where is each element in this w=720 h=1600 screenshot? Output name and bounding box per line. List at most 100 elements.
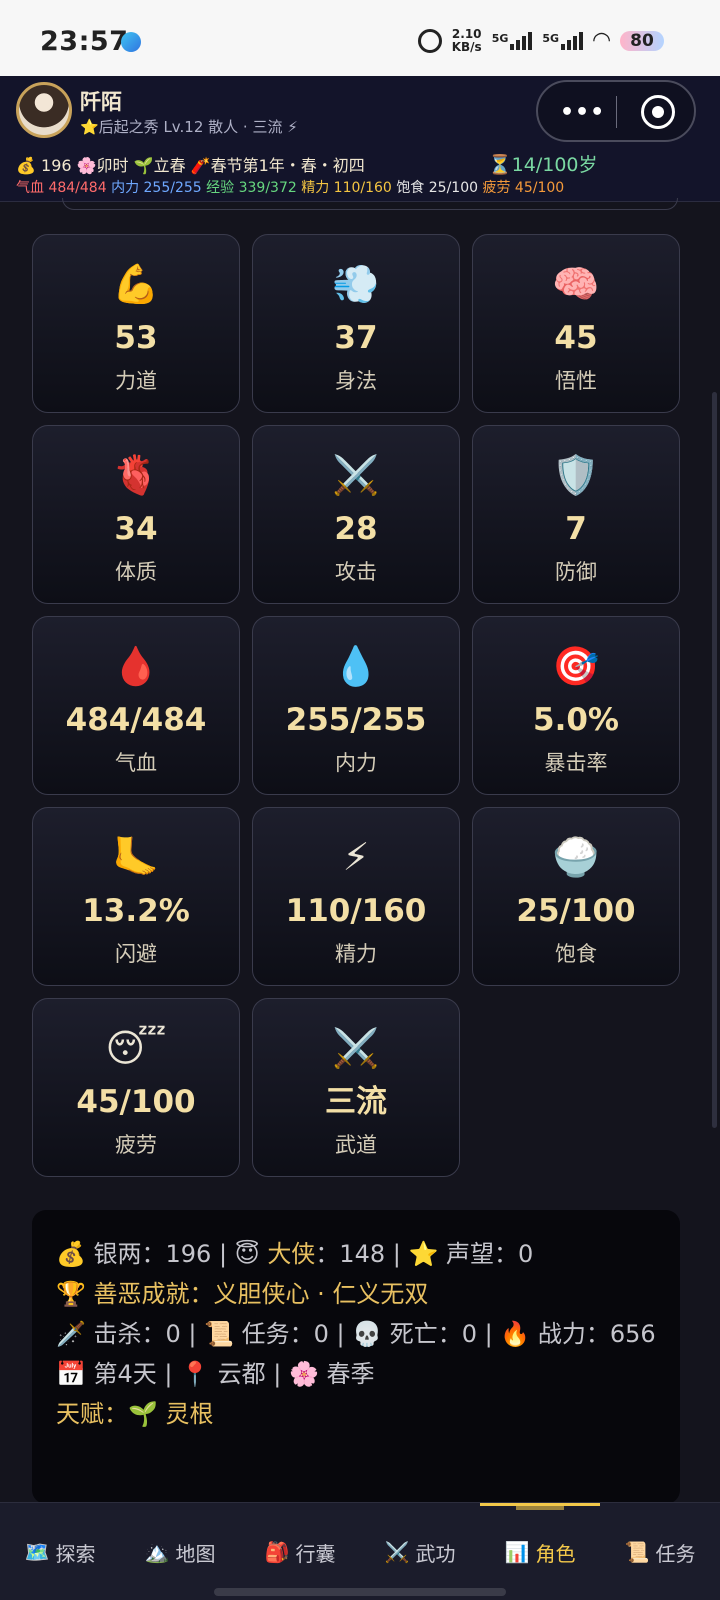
time-info: 💰 196 🌸卯时 🌱立春 🧨春节第1年・春・初四 [16,156,365,175]
signal-5g-1: 5G [492,32,533,50]
app-notification-icon [121,32,141,52]
stat-label: 力道 [115,369,157,393]
shield-icon: 🛡️ [552,453,600,497]
sleeping-face-icon: 😴 [105,1026,167,1070]
summary-line-location: 📅 第4天 | 📍 云都 | 🌸 春季 [56,1360,375,1388]
tab-label: 地图 [175,1541,216,1566]
capsule-divider [616,96,617,128]
stat-card[interactable]: ⚔️ 三流 武道 [252,998,460,1177]
stat-value: 28 [334,511,378,547]
lightning-icon: ⚡ [342,835,370,879]
stat-card[interactable]: 💪 53 力道 [32,234,240,413]
age-counter: ⏳14/100岁 [488,154,598,176]
summary-line-wealth: 💰 银两：196 | 😇 大侠：148 | ⭐ 声望：0 [56,1240,534,1268]
tab-label: 角色 [535,1541,576,1566]
avatar[interactable] [16,82,72,138]
battery-icon: 80 [620,31,664,51]
stat-label: 攻击 [335,560,377,584]
tab-5[interactable]: 📊 角色 [480,1503,600,1600]
status-icons: 2.10 KB/s 5G 5G ◠ 80 [417,27,664,54]
tab-6[interactable]: 📜 任务 [600,1503,720,1600]
wifi-icon: ◠ [593,28,610,53]
stat-card[interactable]: 🦶 13.2% 闪避 [32,807,240,986]
player-header: 阡陌 ⭐后起之秀 Lv.12 散人 · 三流 ⚡ ••• 💰 196 🌸卯时 🌱… [0,76,720,202]
stat-label: 悟性 [555,369,597,393]
stat-value: 45 [554,320,598,356]
tab-label: 任务 [655,1541,696,1566]
system-status-bar: 23:57 2.10 KB/s 5G 5G ◠ 80 [0,0,720,76]
stat-value: 45/100 [76,1084,196,1120]
stat-card[interactable]: 🫀 34 体质 [32,425,240,604]
stat-card[interactable]: 🛡️ 7 防御 [472,425,680,604]
summary-line-talent: 天赋：🌱 灵根 [56,1400,214,1428]
signal-bars-icon [561,32,584,50]
backpack-icon: 🎒 [264,1540,290,1564]
blood-drop-icon: 🩸 [112,644,160,688]
close-miniprogram-icon[interactable] [641,95,675,129]
stat-label: 内力 [335,751,377,775]
more-icon[interactable]: ••• [560,100,605,125]
stat-value: 5.0% [533,702,619,738]
vital-xp: 经验 339/372 [206,180,297,196]
summary-line-achievement: 🏆 善恶成就：义胆侠心 · 仁义无双 [56,1280,429,1308]
stat-card[interactable]: 💧 255/255 内力 [252,616,460,795]
stat-card[interactable]: 🧠 45 悟性 [472,234,680,413]
stat-label: 身法 [335,369,377,393]
stat-value: 110/160 [285,893,427,929]
stat-label: 暴击率 [544,751,608,775]
crossed-swords-icon: ⚔️ [384,1540,410,1564]
stat-label: 气血 [115,751,157,775]
stat-label: 疲劳 [115,1133,157,1157]
alarm-icon [417,29,442,53]
summary-line-combat: 🗡️ 击杀：0 | 📜 任务：0 | 💀 死亡：0 | 🔥 战力：656 [56,1320,656,1348]
stat-value: 53 [114,320,158,356]
stat-card[interactable]: 🍚 25/100 饱食 [472,807,680,986]
stat-card[interactable]: 💨 37 身法 [252,234,460,413]
summary-panel: 💰 银两：196 | 😇 大侠：148 | ⭐ 声望：0 🏆 善恶成就：义胆侠心… [32,1210,680,1504]
brain-icon: 🧠 [552,262,600,306]
stat-card[interactable]: 🎯 5.0% 暴击率 [472,616,680,795]
tab-4[interactable]: ⚔️ 武功 [360,1503,480,1600]
crossed-swords-icon: ⚔️ [332,453,380,497]
vitals-row: 气血 484/484 内力 255/255 经验 339/372 精力 110/… [16,177,564,197]
stat-card[interactable]: 😴 45/100 疲劳 [32,998,240,1177]
water-drop-icon: 💧 [332,644,380,688]
vital-energy: 精力 110/160 [301,180,392,196]
target-icon: 🎯 [552,644,600,688]
stat-label: 武道 [335,1133,377,1157]
stat-label: 体质 [115,560,157,584]
stat-label: 精力 [335,942,377,966]
mountain-icon: 🏔️ [144,1540,170,1564]
stat-label: 闪避 [115,942,157,966]
stat-card[interactable]: ⚔️ 28 攻击 [252,425,460,604]
stat-value: 37 [334,320,378,356]
muscle-icon: 💪 [112,262,160,306]
tab-label: 探索 [55,1541,96,1566]
bar-chart-icon: 📊 [504,1540,530,1564]
tab-label: 武功 [415,1541,456,1566]
tab-3[interactable]: 🎒 行囊 [240,1503,360,1600]
tab-2[interactable]: 🏔️ 地图 [120,1503,240,1600]
stat-label: 饱食 [555,942,597,966]
signal-5g-2: 5G [542,32,584,50]
stat-value: 13.2% [82,893,190,929]
player-name: 阡陌 [80,90,122,114]
stat-grid: 💪 53 力道 💨 37 身法 🧠 45 悟性 🫀 34 体质 ⚔️ 28 攻击 🛡️ 7 防御 🩸 484/484 气… [32,234,680,1177]
home-indicator[interactable] [214,1588,506,1596]
crossed-swords-icon: ⚔️ [332,1026,380,1070]
miniprogram-capsule: ••• [536,80,696,142]
stat-card[interactable]: 🩸 484/484 气血 [32,616,240,795]
vital-fatigue: 疲劳 45/100 [482,180,565,196]
map-scroll-icon: 🗺️ [24,1540,50,1564]
foot-icon: 🦶 [112,835,160,879]
scrollbar[interactable] [712,392,717,1128]
tab-1[interactable]: 🗺️ 探索 [0,1503,120,1600]
stat-card[interactable]: ⚡ 110/160 精力 [252,807,460,986]
bottom-tab-bar: 🗺️ 探索 🏔️ 地图 🎒 行囊 ⚔️ 武功 📊 角色 📜 任务 [0,1502,720,1600]
vital-hp: 气血 484/484 [16,180,107,196]
stat-value: 255/255 [285,702,427,738]
player-title: ⭐后起之秀 Lv.12 散人 · 三流 ⚡ [80,118,298,136]
network-speed: 2.10 KB/s [451,27,482,54]
previous-panel-edge [62,198,678,210]
dash-icon: 💨 [332,262,380,306]
